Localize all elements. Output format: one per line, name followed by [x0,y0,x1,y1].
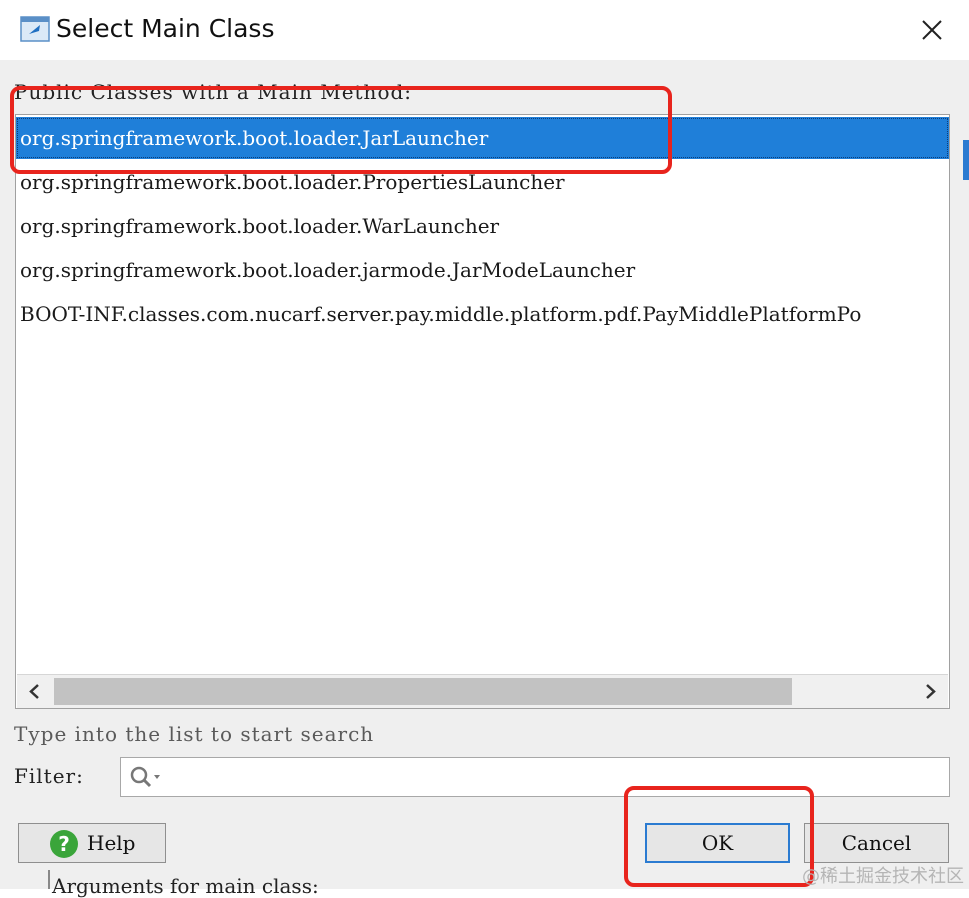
scrollbar-thumb[interactable] [54,678,792,705]
help-button[interactable]: ? Help [18,823,166,863]
list-item-propertieslauncher[interactable]: org.springframework.boot.loader.Properti… [16,161,949,203]
background-arguments-label: Arguments for main class: [52,874,319,898]
chevron-right-icon[interactable] [912,675,948,708]
search-icon[interactable] [129,765,163,789]
chevron-left-icon[interactable] [17,675,53,708]
background-window-border [48,870,50,889]
help-icon: ? [50,830,78,858]
list-item-jarlauncher[interactable]: org.springframework.boot.loader.JarLaunc… [16,117,949,159]
window-app-icon [20,16,50,42]
list-item-jarmodelauncher[interactable]: org.springframework.boot.loader.jarmode.… [16,249,949,291]
list-item-paymiddleplatform[interactable]: BOOT-INF.classes.com.nucarf.server.pay.m… [16,293,949,335]
watermark: @稀土掘金技术社区 [802,866,964,887]
list-caption: Public Classes with a Main Method: [14,80,413,104]
help-button-label: Help [87,831,136,855]
ok-button[interactable]: OK [645,823,790,863]
cancel-button[interactable]: Cancel [804,823,949,863]
svg-text:?: ? [58,832,70,856]
horizontal-scrollbar[interactable] [17,674,948,708]
search-hint: Type into the list to start search [14,722,375,746]
window-title: Select Main Class [56,14,275,43]
background-window-edge [963,140,969,180]
filter-input[interactable] [120,757,950,797]
list-item-warlauncher[interactable]: org.springframework.boot.loader.WarLaunc… [16,205,949,247]
main-class-list[interactable]: org.springframework.boot.loader.JarLaunc… [15,114,950,709]
close-icon[interactable] [904,8,960,52]
filter-label: Filter: [14,764,84,788]
title-bar: Select Main Class [0,0,969,60]
